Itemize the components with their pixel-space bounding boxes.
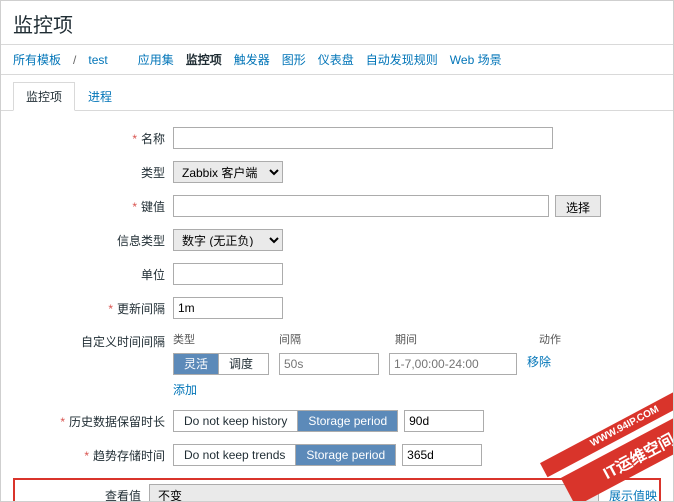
page-title: 监控项: [1, 1, 673, 44]
label-history: 历史数据保留时长: [69, 415, 165, 429]
valuemap-select[interactable]: 不变: [149, 484, 599, 502]
label-valuemap: 查看值: [105, 489, 141, 502]
interval-period-input[interactable]: [389, 353, 517, 375]
trends-segment[interactable]: Do not keep trends Storage period: [173, 444, 396, 466]
trends-seg-storage[interactable]: Storage period: [295, 445, 395, 465]
info-type-select[interactable]: 数字 (无正负): [173, 229, 283, 251]
head-type: 类型: [173, 331, 269, 347]
nav-web[interactable]: Web 场景: [450, 51, 502, 68]
head-action: 动作: [539, 331, 575, 347]
seg-flexible[interactable]: 灵活: [174, 354, 218, 374]
label-info-type: 信息类型: [117, 234, 165, 248]
key-input[interactable]: [173, 195, 549, 217]
nav-triggers[interactable]: 触发器: [234, 51, 270, 68]
unit-input[interactable]: [173, 263, 283, 285]
valuemap-show-link[interactable]: 展示值映: [609, 487, 657, 502]
breadcrumb-item[interactable]: test: [88, 53, 107, 67]
label-name: 名称: [141, 132, 165, 146]
interval-add-link[interactable]: 添加: [173, 383, 197, 397]
type-select[interactable]: Zabbix 客户端: [173, 161, 283, 183]
history-segment[interactable]: Do not keep history Storage period: [173, 410, 398, 432]
nav-discovery[interactable]: 自动发现规则: [366, 51, 438, 68]
subtab-item[interactable]: 监控项: [13, 82, 75, 111]
nav-graphs[interactable]: 图形: [282, 51, 306, 68]
top-nav: 所有模板 / test 应用集 监控项 触发器 图形 仪表盘 自动发现规则 We…: [1, 44, 673, 75]
breadcrumb-sep: /: [73, 53, 76, 67]
interval-value-input[interactable]: [279, 353, 379, 375]
interval-input[interactable]: [173, 297, 283, 319]
nav-dashboards[interactable]: 仪表盘: [318, 51, 354, 68]
history-seg-storage[interactable]: Storage period: [297, 411, 397, 431]
interval-type-segment[interactable]: 灵活 调度: [173, 353, 269, 375]
name-input[interactable]: [173, 127, 553, 149]
seg-scheduling[interactable]: 调度: [218, 354, 263, 374]
history-seg-nokeep[interactable]: Do not keep history: [174, 411, 297, 431]
label-interval: 更新间隔: [117, 302, 165, 316]
trends-value-input[interactable]: [402, 444, 482, 466]
head-period: 期间: [395, 331, 529, 347]
history-value-input[interactable]: [404, 410, 484, 432]
form-area: *名称 类型 Zabbix 客户端 *键值 选择 信息类型 数字 (无正负) 单…: [1, 111, 673, 502]
nav-items[interactable]: 监控项: [186, 51, 222, 68]
trends-seg-nokeep[interactable]: Do not keep trends: [174, 445, 295, 465]
label-unit: 单位: [141, 268, 165, 282]
label-trends: 趋势存储时间: [93, 449, 165, 463]
label-type: 类型: [141, 166, 165, 180]
nav-appset[interactable]: 应用集: [138, 51, 174, 68]
head-interval: 间隔: [279, 331, 385, 347]
breadcrumb-root[interactable]: 所有模板: [13, 51, 61, 68]
subtabs: 监控项 进程: [1, 75, 673, 111]
subtab-process[interactable]: 进程: [75, 82, 125, 111]
label-key: 键值: [141, 200, 165, 214]
key-select-button[interactable]: 选择: [555, 195, 601, 217]
label-custom-interval: 自定义时间间隔: [81, 335, 165, 349]
interval-remove-link[interactable]: 移除: [527, 353, 551, 375]
